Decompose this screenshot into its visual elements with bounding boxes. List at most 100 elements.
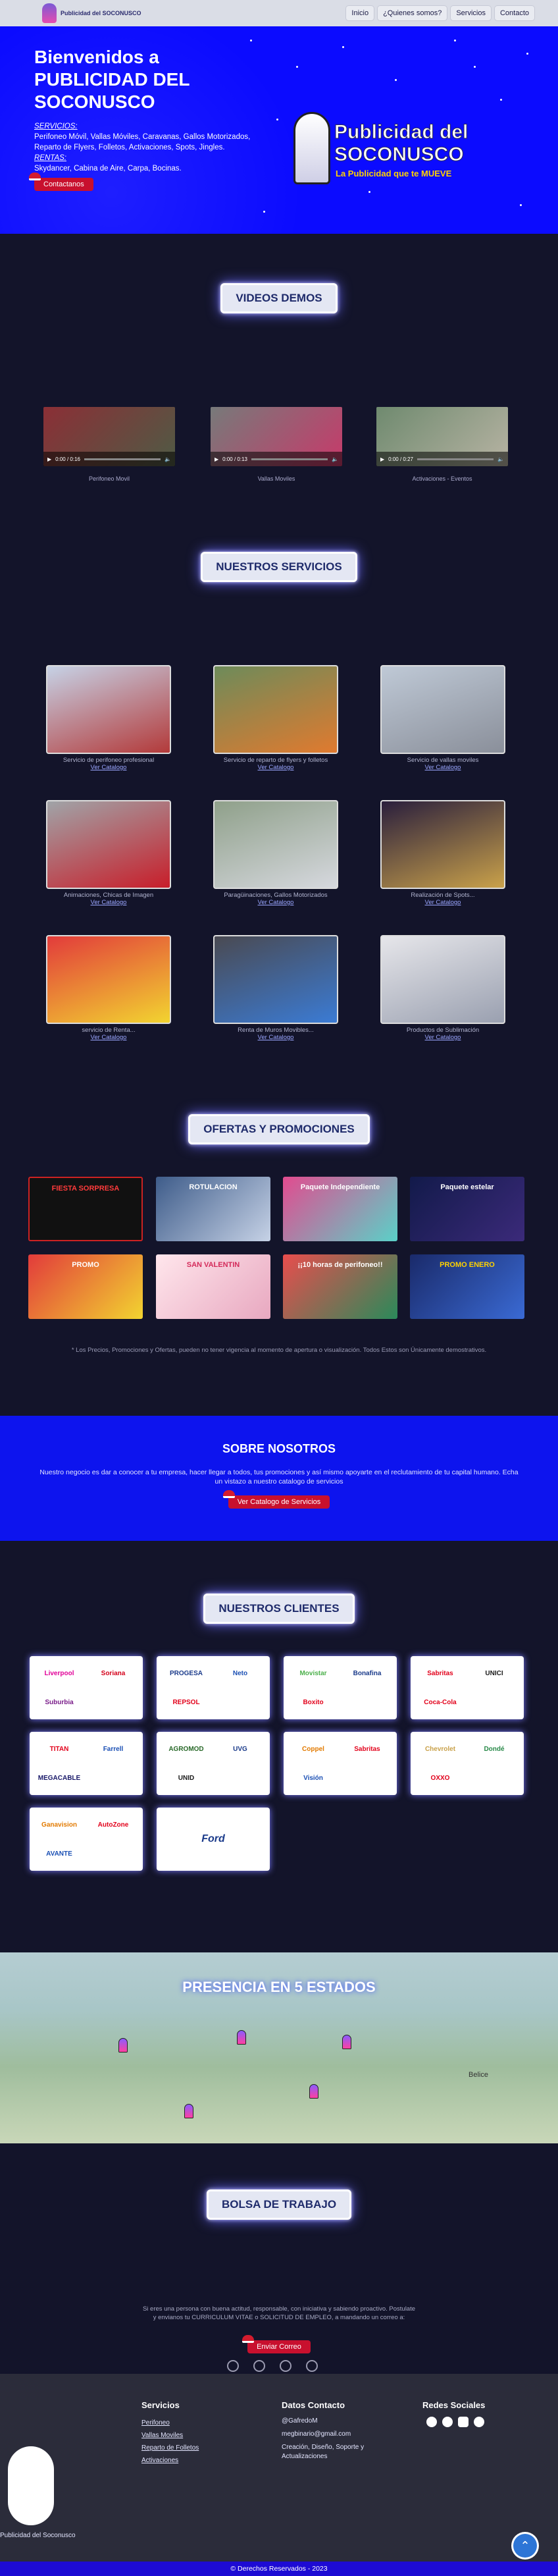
promo-text: Paquete Independiente [300, 1183, 380, 1191]
service-card[interactable]: Servicio de perifoneo profesional Ver Ca… [46, 665, 171, 771]
map-pin-icon[interactable] [184, 2104, 193, 2118]
service-card[interactable]: Realización de Spots... Ver Catalogo [380, 800, 505, 906]
catalog-link[interactable]: Ver Catalogo [380, 1034, 505, 1041]
footer-link-reparto[interactable]: Reparto de Folletos [141, 2442, 199, 2454]
video-frame[interactable]: ▶ 0:00 / 0:16 🔈 [43, 407, 175, 466]
catalog-link[interactable]: Ver Catalogo [46, 764, 171, 771]
volume-icon[interactable]: 🔈 [497, 456, 504, 462]
video-controls[interactable]: ▶ 0:00 / 0:16 🔈 [43, 452, 175, 466]
footer-contact-note: Creación, Diseño, Soporte y Actualizacio… [282, 2444, 365, 2460]
video-progress-bar[interactable] [84, 458, 161, 460]
catalog-link[interactable]: Ver Catalogo [380, 764, 505, 771]
footer-link-perifoneo[interactable]: Perifoneo [141, 2417, 199, 2429]
catalog-link[interactable]: Ver Catalogo [380, 899, 505, 906]
nav-link-quienes-somos[interactable]: ¿Quienes somos? [378, 6, 447, 20]
footer-link-activaciones[interactable]: Activaciones [141, 2454, 199, 2467]
service-card[interactable]: Animaciones, Chicas de Imagen Ver Catalo… [46, 800, 171, 906]
service-image[interactable] [380, 935, 505, 1024]
catalog-link[interactable]: Ver Catalogo [213, 899, 338, 906]
catalog-link[interactable]: Ver Catalogo [213, 1034, 338, 1041]
footer-link-vallas[interactable]: Vallas Moviles [141, 2429, 199, 2442]
catalog-link[interactable]: Ver Catalogo [46, 1034, 171, 1041]
service-image[interactable] [380, 800, 505, 889]
service-card[interactable]: Servicio de vallas moviles Ver Catalogo [380, 665, 505, 771]
service-card[interactable]: Productos de Sublimación Ver Catalogo [380, 935, 505, 1041]
play-icon[interactable]: ▶ [215, 456, 218, 462]
promos-disclaimer: * Los Precios, Promociones y Ofertas, pu… [71, 1347, 487, 1354]
twitter-icon[interactable] [442, 2417, 453, 2427]
video-controls[interactable]: ▶ 0:00 / 0:13 🔈 [211, 452, 342, 466]
map-pin-icon[interactable] [118, 2038, 128, 2053]
service-image[interactable] [213, 800, 338, 889]
catalog-link[interactable]: Ver Catalogo [213, 764, 338, 771]
facebook-icon[interactable] [227, 2360, 239, 2372]
footer: Publicidad del Soconusco Servicios Perif… [0, 2374, 558, 2562]
service-card[interactable]: Renta de Muros Movibles... Ver Catalogo [213, 935, 338, 1041]
chevron-up-icon: ⌃ [520, 2539, 530, 2552]
service-card[interactable]: servicio de Renta... Ver Catalogo [46, 935, 171, 1041]
map-pin-icon[interactable] [342, 2035, 351, 2049]
video-controls[interactable]: ▶ 0:00 / 0:27 🔈 [376, 452, 508, 466]
service-image[interactable] [46, 665, 171, 754]
service-image[interactable] [46, 800, 171, 889]
nav-link-inicio[interactable]: Inicio [346, 6, 374, 20]
promo-card[interactable]: Paquete estelar [410, 1177, 524, 1241]
service-image[interactable] [46, 935, 171, 1024]
promo-card[interactable]: Paquete Independiente [283, 1177, 397, 1241]
video-card[interactable]: ▶ 0:00 / 0:16 🔈 Perifoneo Movil [43, 407, 175, 491]
contactanos-button[interactable]: Contactanos [29, 173, 93, 191]
tiktok-icon[interactable] [474, 2417, 484, 2427]
video-frame[interactable]: ▶ 0:00 / 0:27 🔈 [376, 407, 508, 466]
footer-contact-handle: @GafredoM [282, 2417, 318, 2425]
play-icon[interactable]: ▶ [47, 456, 51, 462]
volume-icon[interactable]: 🔈 [332, 456, 338, 462]
client-logo: UNICI [485, 1669, 503, 1677]
hero-section: Bienvenidos a PUBLICIDAD DEL SOCONUSCO S… [0, 26, 558, 234]
video-progress-bar[interactable] [417, 458, 494, 460]
facebook-icon[interactable] [426, 2417, 437, 2427]
video-time: 0:00 / 0:16 [55, 456, 80, 462]
catalog-link[interactable]: Ver Catalogo [46, 899, 171, 906]
services-title-wrap: NUESTROS SERVICIOS [0, 552, 558, 582]
video-card[interactable]: ▶ 0:00 / 0:13 🔈 Vallas Moviles [211, 407, 342, 491]
video-frame[interactable]: ▶ 0:00 / 0:13 🔈 [211, 407, 342, 466]
video-card[interactable]: ▶ 0:00 / 0:27 🔈 Activaciones - Eventos [376, 407, 508, 491]
nav-link-contacto[interactable]: Contacto [494, 6, 534, 20]
play-icon[interactable]: ▶ [380, 456, 384, 462]
service-card[interactable]: Servicio de reparto de flyers y folletos… [213, 665, 338, 771]
santa-hat-icon [242, 2335, 255, 2343]
map-pin-icon[interactable] [309, 2084, 318, 2099]
client-logos-card: Liverpool Soriana Suburbia [30, 1656, 143, 1719]
scroll-to-top-button[interactable]: ⌃ [513, 2534, 537, 2558]
footer-logo[interactable] [8, 2446, 54, 2525]
map-section[interactable]: PRESENCIA EN 5 ESTADOS Belice [0, 1952, 558, 2143]
videos-title-wrap: VIDEOS DEMOS [0, 283, 558, 313]
about-section: SOBRE NOSOTROS Nuestro negocio es dar a … [0, 1416, 558, 1541]
service-card[interactable]: Paragüinaciones, Gallos Motorizados Ver … [213, 800, 338, 906]
service-image[interactable] [213, 665, 338, 754]
promo-card[interactable]: PROMO ENERO [410, 1254, 524, 1319]
instagram-icon[interactable] [253, 2360, 265, 2372]
promo-card[interactable]: ¡¡10 horas de perifoneo!! [283, 1254, 397, 1319]
promo-card[interactable]: FIESTA SORPRESA [28, 1177, 143, 1241]
promo-card[interactable]: ROTULACION [156, 1177, 270, 1241]
catalog-button[interactable]: Ver Catalogo de Servicios [222, 1490, 330, 1509]
service-image[interactable] [213, 935, 338, 1024]
footer-services-title: Servicios [141, 2400, 180, 2410]
tiktok-icon[interactable] [306, 2360, 318, 2372]
promo-card[interactable]: SAN VALENTIN [156, 1254, 270, 1319]
nav-logo[interactable]: Publicidad del SOCONUSCO [42, 3, 141, 23]
map-pin-icon[interactable] [237, 2030, 246, 2045]
instagram-icon[interactable] [458, 2417, 469, 2427]
nav-link-servicios[interactable]: Servicios [451, 6, 491, 20]
client-logo: UVG [233, 1745, 247, 1753]
promo-card[interactable]: PROMO [28, 1254, 143, 1319]
clients-title: NUESTROS CLIENTES [203, 1594, 355, 1624]
send-email-button[interactable]: Enviar Correo [242, 2335, 311, 2353]
client-logos-card: Ganavision AutoZone AVANTE [30, 1808, 143, 1871]
volume-icon[interactable]: 🔈 [165, 456, 171, 462]
video-progress-bar[interactable] [251, 458, 328, 460]
twitter-icon[interactable] [280, 2360, 292, 2372]
footer-contact-email[interactable]: megbinario@gmail.com [282, 2430, 380, 2439]
service-image[interactable] [380, 665, 505, 754]
